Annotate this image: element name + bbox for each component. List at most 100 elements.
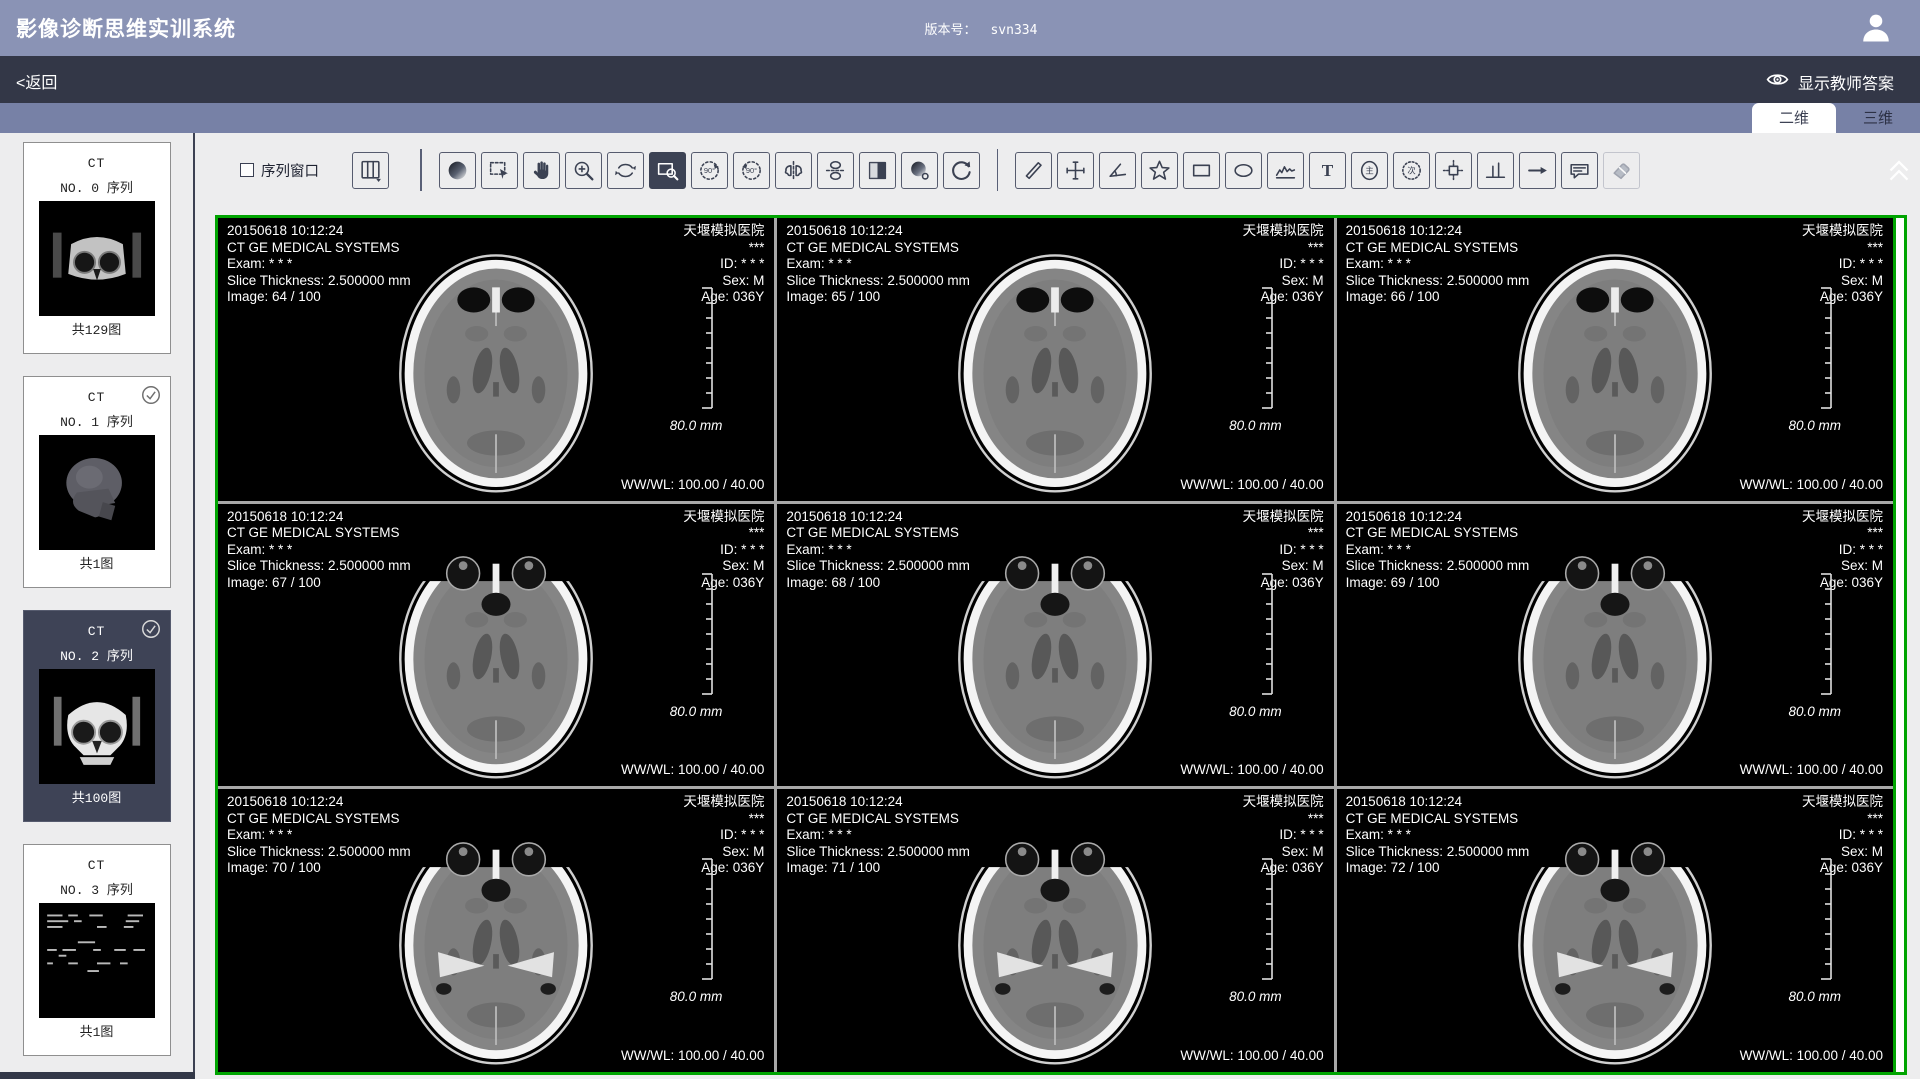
arrow-button[interactable] bbox=[1519, 152, 1556, 189]
rotate-cw-90-button[interactable]: 90° bbox=[733, 152, 770, 189]
image-number-label: Image: 69 / 100 bbox=[1346, 575, 1530, 592]
scale-ruler bbox=[697, 570, 714, 703]
sidebar-bottom-scrollbar[interactable] bbox=[0, 1072, 195, 1079]
age-label: Age: 036Y bbox=[683, 289, 764, 306]
patient-id-label: ID: * * * bbox=[1802, 827, 1883, 844]
eraser-button[interactable] bbox=[1603, 152, 1640, 189]
study-datetime: 20150618 10:12:24 bbox=[227, 223, 411, 240]
add-text-button[interactable]: T bbox=[1309, 152, 1346, 189]
draw-star-button[interactable] bbox=[1141, 152, 1178, 189]
center-mark-button[interactable] bbox=[1435, 152, 1472, 189]
scale-ruler bbox=[1816, 855, 1833, 988]
layout-select-button[interactable] bbox=[352, 152, 389, 189]
series-card-2[interactable]: CTNO. 2 序列共100图 bbox=[23, 610, 171, 822]
exam-label: Exam: * * * bbox=[1346, 542, 1530, 559]
masked-label: *** bbox=[1243, 811, 1324, 828]
eraser-icon bbox=[1609, 158, 1634, 183]
image-number-label: Image: 71 / 100 bbox=[786, 860, 970, 877]
zoom-in-button[interactable] bbox=[565, 152, 602, 189]
measure-cross-button[interactable] bbox=[1057, 152, 1094, 189]
region-zoom-button[interactable] bbox=[649, 152, 686, 189]
series-name: NO. 2 序列 bbox=[24, 645, 170, 664]
viewer-cell-8[interactable]: 20150618 10:12:24CT GE MEDICAL SYSTEMSEx… bbox=[1337, 789, 1893, 1072]
show-teacher-answer-button[interactable]: 显示教师答案 bbox=[1765, 67, 1894, 97]
viewer-cell-2[interactable]: 20150618 10:12:24CT GE MEDICAL SYSTEMSEx… bbox=[1337, 218, 1893, 501]
masked-label: *** bbox=[683, 525, 764, 542]
exam-label: Exam: * * * bbox=[227, 827, 411, 844]
series-card-list: CTNO. 0 序列共129图 CTNO. 1 序列共1图 CTNO. 2 序列共1… bbox=[0, 133, 193, 1056]
age-label: Age: 036Y bbox=[1802, 575, 1883, 592]
series-window-toggle[interactable]: 序列窗口 bbox=[240, 160, 319, 181]
viewer-cell-7[interactable]: 20150618 10:12:24CT GE MEDICAL SYSTEMSEx… bbox=[777, 789, 1333, 1072]
version-label: 版本号： bbox=[924, 23, 976, 38]
rect-select-button[interactable] bbox=[481, 152, 518, 189]
rotate-ccw-90-button[interactable]: 90° bbox=[691, 152, 728, 189]
scale-ruler bbox=[1257, 284, 1274, 417]
svg-text:次: 次 bbox=[1407, 165, 1415, 175]
viewer-cell-3[interactable]: 20150618 10:12:24CT GE MEDICAL SYSTEMSEx… bbox=[218, 504, 774, 787]
hospital-label: 天堰模拟医院 bbox=[1243, 223, 1324, 240]
measure-angle-button[interactable] bbox=[1099, 152, 1136, 189]
device-label: CT GE MEDICAL SYSTEMS bbox=[227, 240, 411, 257]
viewer-cell-1[interactable]: 20150618 10:12:24CT GE MEDICAL SYSTEMSEx… bbox=[777, 218, 1333, 501]
pan-button[interactable] bbox=[523, 152, 560, 189]
reset-button[interactable] bbox=[943, 152, 980, 189]
invert-button[interactable] bbox=[859, 152, 896, 189]
rotate-button[interactable] bbox=[607, 152, 644, 189]
main-mark-button[interactable]: 主 bbox=[1351, 152, 1388, 189]
histogram-button[interactable] bbox=[1477, 152, 1514, 189]
viewer-cell-0[interactable]: 20150618 10:12:24CT GE MEDICAL SYSTEMSEx… bbox=[218, 218, 774, 501]
rect-select-icon bbox=[487, 158, 512, 183]
series-window-checkbox[interactable] bbox=[240, 163, 254, 177]
viewer-scrollbar[interactable] bbox=[1893, 218, 1904, 1072]
draw-ellipse-button[interactable] bbox=[1225, 152, 1262, 189]
flip-vertical-button[interactable] bbox=[817, 152, 854, 189]
user-avatar-icon[interactable] bbox=[1858, 10, 1894, 46]
draw-star-icon bbox=[1147, 158, 1172, 183]
viewer-cell-4[interactable]: 20150618 10:12:24CT GE MEDICAL SYSTEMSEx… bbox=[777, 504, 1333, 787]
patient-id-label: ID: * * * bbox=[683, 827, 764, 844]
study-datetime: 20150618 10:12:24 bbox=[786, 223, 970, 240]
scale-length-label: 80.0 mm bbox=[1788, 989, 1841, 1004]
cell-overlay-top-left: 20150618 10:12:24CT GE MEDICAL SYSTEMSEx… bbox=[786, 509, 970, 592]
secondary-mark-button[interactable]: 次 bbox=[1393, 152, 1430, 189]
measure-line-button[interactable] bbox=[1015, 152, 1052, 189]
ct-slice-image bbox=[1499, 816, 1731, 1072]
cell-overlay-top-right: 天堰模拟医院***ID: * * *Sex: MAge: 036Y bbox=[1802, 223, 1883, 306]
flip-vertical-icon bbox=[823, 158, 848, 183]
window-level-button[interactable] bbox=[901, 152, 938, 189]
show-answer-label: 显示教师答案 bbox=[1798, 70, 1894, 94]
viewer-cell-5[interactable]: 20150618 10:12:24CT GE MEDICAL SYSTEMSEx… bbox=[1337, 504, 1893, 787]
hospital-label: 天堰模拟医院 bbox=[1802, 223, 1883, 240]
masked-label: *** bbox=[1802, 525, 1883, 542]
series-thumbnail bbox=[39, 669, 155, 784]
tab-3d[interactable]: 三维 bbox=[1836, 103, 1920, 133]
comment-button[interactable] bbox=[1561, 152, 1598, 189]
patient-id-label: ID: * * * bbox=[683, 256, 764, 273]
sex-label: Sex: M bbox=[1802, 844, 1883, 861]
hospital-label: 天堰模拟医院 bbox=[1802, 509, 1883, 526]
device-label: CT GE MEDICAL SYSTEMS bbox=[1346, 240, 1530, 257]
viewer-cell-6[interactable]: 20150618 10:12:24CT GE MEDICAL SYSTEMSEx… bbox=[218, 789, 774, 1072]
patient-id-label: ID: * * * bbox=[1243, 827, 1324, 844]
series-name: NO. 1 序列 bbox=[24, 411, 170, 430]
arrow-annotation-icon bbox=[1525, 158, 1550, 183]
scale-length-label: 80.0 mm bbox=[670, 989, 723, 1004]
windowing-button[interactable] bbox=[439, 152, 476, 189]
image-number-label: Image: 68 / 100 bbox=[786, 575, 970, 592]
region-zoom-icon bbox=[655, 158, 680, 183]
tab-2d[interactable]: 二维 bbox=[1752, 103, 1836, 133]
back-button[interactable]: <返回 bbox=[16, 69, 57, 93]
age-label: Age: 036Y bbox=[683, 860, 764, 877]
collapse-toolbar-button[interactable] bbox=[1882, 152, 1918, 192]
series-card-1[interactable]: CTNO. 1 序列共1图 bbox=[23, 376, 171, 588]
draw-rect-button[interactable] bbox=[1183, 152, 1220, 189]
flip-horizontal-button[interactable] bbox=[775, 152, 812, 189]
hospital-label: 天堰模拟医院 bbox=[683, 223, 764, 240]
profile-curve-button[interactable] bbox=[1267, 152, 1304, 189]
image-viewer: 20150618 10:12:24CT GE MEDICAL SYSTEMSEx… bbox=[215, 215, 1907, 1075]
rotate-ccw-90-icon: 90° bbox=[697, 158, 722, 183]
series-card-3[interactable]: CTNO. 3 序列共1图 bbox=[23, 844, 171, 1056]
scale-ruler bbox=[697, 855, 714, 988]
series-card-0[interactable]: CTNO. 0 序列共129图 bbox=[23, 142, 171, 354]
